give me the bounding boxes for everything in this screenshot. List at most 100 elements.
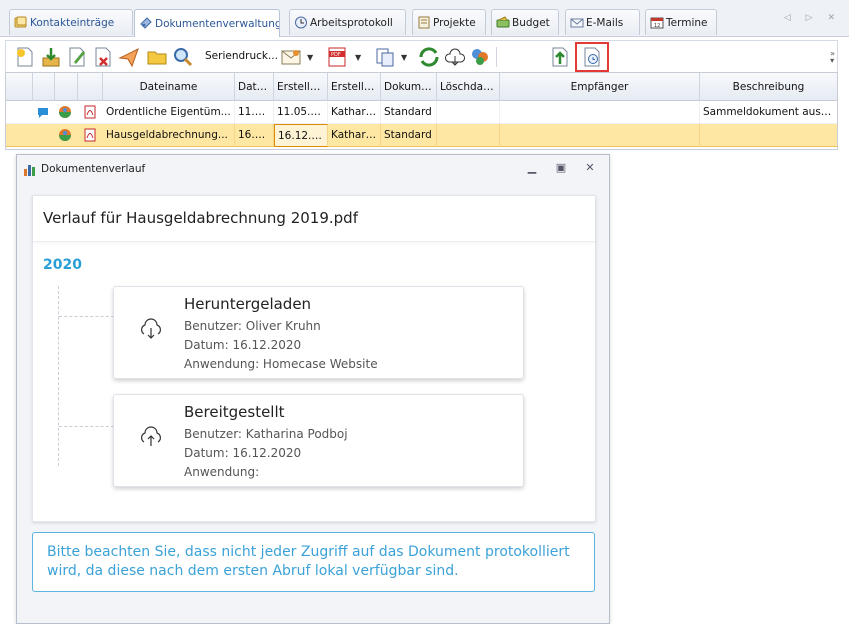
svg-text:12: 12: [654, 23, 660, 29]
toolbar-overflow-grip[interactable]: » ▾: [830, 50, 835, 65]
tab-dokumentenverwaltung[interactable]: Dokumentenverwaltung: [134, 9, 280, 37]
pdf-file-icon: [84, 128, 96, 142]
header-dokumenttyp[interactable]: Dokume...: [381, 73, 437, 101]
new-document-button[interactable]: [12, 44, 38, 70]
table-row[interactable]: Ordentliche Eigentüm... 11.0... 11.05.2.…: [6, 101, 837, 124]
event-user: Benutzer: Katharina Podboj: [184, 427, 348, 441]
tab-projekte[interactable]: Projekte: [412, 9, 486, 35]
import-document-icon: [42, 48, 60, 67]
header-datum[interactable]: Datum: [235, 73, 274, 101]
timeline-connector: [59, 426, 114, 427]
header-loeschdatum[interactable]: Löschdatu...: [437, 73, 500, 101]
header-empfaenger[interactable]: Empfänger: [500, 73, 700, 101]
open-folder-button[interactable]: [144, 44, 170, 70]
document-history-window: Dokumentenverlauf ▁ ▣ ✕ Verlauf für Haus…: [16, 154, 610, 624]
projects-icon: [418, 16, 430, 29]
timeline-event: Bereitgestellt Benutzer: Katharina Podbo…: [113, 394, 524, 487]
cell-beschreibung: Sammeldokument aus P...: [703, 106, 837, 118]
tab-termine[interactable]: 12 Termine: [645, 9, 717, 35]
cell-erstellt-von: Kathari...: [328, 101, 381, 124]
event-user: Benutzer: Oliver Kruhn: [184, 319, 321, 333]
header-dateiname[interactable]: Dateiname: [103, 73, 235, 101]
folder-icon: [147, 51, 167, 65]
cell-dateiname: Hausgeldabrechnung...: [103, 124, 235, 147]
share-button[interactable]: [416, 44, 442, 70]
import-document-button[interactable]: [38, 44, 64, 70]
header-cell-type[interactable]: [33, 73, 55, 101]
cloud-upload-icon: [141, 426, 161, 446]
event-title: Bereitgestellt: [184, 403, 285, 421]
email-dropdown-arrow[interactable]: ▼: [307, 53, 313, 62]
tab-scroll-arrows[interactable]: ◁ ▷ ✕: [784, 13, 841, 23]
share-icon: [419, 47, 439, 67]
budget-icon: [496, 16, 510, 28]
pdf-dropdown-arrow[interactable]: ▼: [355, 53, 361, 62]
upload-document-icon: [552, 47, 568, 67]
copy-dropdown-arrow[interactable]: ▼: [401, 53, 407, 62]
cell-beschreibung: [700, 124, 837, 147]
delete-document-icon: [95, 47, 111, 67]
document-history-button[interactable]: [579, 44, 605, 70]
event-application: Anwendung: Homecase Website: [184, 357, 378, 371]
upload-button[interactable]: [547, 44, 573, 70]
cloud-download-icon: [141, 318, 161, 339]
serial-print-button[interactable]: Seriendruck...: [205, 50, 278, 62]
event-title: Heruntergeladen: [184, 295, 312, 313]
edit-document-button[interactable]: [64, 44, 90, 70]
info-notice: Bitte beachten Sie, dass nicht jeder Zug…: [32, 532, 595, 592]
header-cell-status[interactable]: [6, 73, 33, 101]
header-erstellt-am[interactable]: Erstellt a...: [274, 73, 328, 101]
toolbar-separator: [496, 47, 497, 67]
tab-e-mails[interactable]: E-Mails: [565, 9, 640, 35]
minimize-icon[interactable]: ▁: [525, 161, 539, 175]
history-card: Verlauf für Hausgeldabrechnung 2019.pdf …: [32, 195, 596, 522]
tab-kontakteintraege[interactable]: Kontakteinträge: [9, 9, 133, 35]
event-date: Datum: 16.12.2020: [184, 446, 302, 460]
cloud-icon: [445, 48, 465, 66]
window-titlebar[interactable]: Dokumentenverlauf: [17, 155, 609, 183]
header-beschreibung[interactable]: Beschreibung: [700, 73, 837, 101]
tab-budget[interactable]: Budget: [491, 9, 559, 35]
homecase-icon: [59, 106, 71, 118]
event-date: Datum: 16.12.2020: [184, 338, 302, 352]
tab-arbeitsprotokoll[interactable]: Arbeitsprotokoll: [289, 9, 406, 35]
cell-dateiname: Ordentliche Eigentüm...: [103, 101, 235, 124]
envelope-icon: [281, 50, 301, 65]
maximize-icon[interactable]: ▣: [554, 161, 568, 175]
homecase-icon: [59, 129, 71, 141]
header-cell-format[interactable]: [55, 73, 78, 101]
header-erstellt-von[interactable]: Erstellt v...: [328, 73, 381, 101]
timeline-line: [58, 286, 59, 466]
close-icon[interactable]: ✕: [583, 161, 597, 175]
assign-user-button[interactable]: [467, 44, 493, 70]
tab-label: E-Mails: [586, 16, 624, 29]
contacts-icon: [14, 16, 27, 28]
cloud-upload-button[interactable]: [442, 44, 468, 70]
table-row-selected[interactable]: Hausgeldabrechnung... 16.1... 16.12.2...…: [6, 124, 837, 147]
copy-button[interactable]: [372, 44, 398, 70]
tab-bar: Kontakteinträge Dokumentenverwaltung Arb…: [0, 0, 849, 37]
pdf-button[interactable]: PDF: [324, 44, 350, 70]
cell-erstellt-von: Kathari...: [328, 124, 381, 147]
delete-document-button[interactable]: [90, 44, 116, 70]
cell-dokumenttyp: Standard: [381, 101, 437, 124]
tab-label: Projekte: [433, 16, 476, 29]
event-application: Anwendung:: [184, 465, 260, 479]
cell-empfaenger: [500, 124, 700, 147]
email-button[interactable]: [278, 44, 304, 70]
tab-label: Dokumentenverwaltung: [155, 17, 280, 30]
send-button[interactable]: [116, 44, 142, 70]
header-cell-flag[interactable]: [78, 73, 103, 101]
window-title: Dokumentenverlauf: [41, 163, 146, 175]
copy-icon: [376, 48, 394, 67]
edit-document-icon: [69, 47, 85, 67]
document-history-icon: [584, 47, 600, 67]
send-icon: [118, 47, 139, 68]
history-heading: Verlauf für Hausgeldabrechnung 2019.pdf: [33, 196, 595, 242]
cell-erstellt-am-focused[interactable]: 16.12.2...: [274, 124, 328, 147]
cell-datum: 16.1...: [235, 124, 274, 147]
search-button[interactable]: [170, 44, 196, 70]
new-document-icon: [17, 47, 33, 67]
cell-loeschdatum: [437, 101, 500, 124]
tab-label: Termine: [666, 16, 708, 29]
